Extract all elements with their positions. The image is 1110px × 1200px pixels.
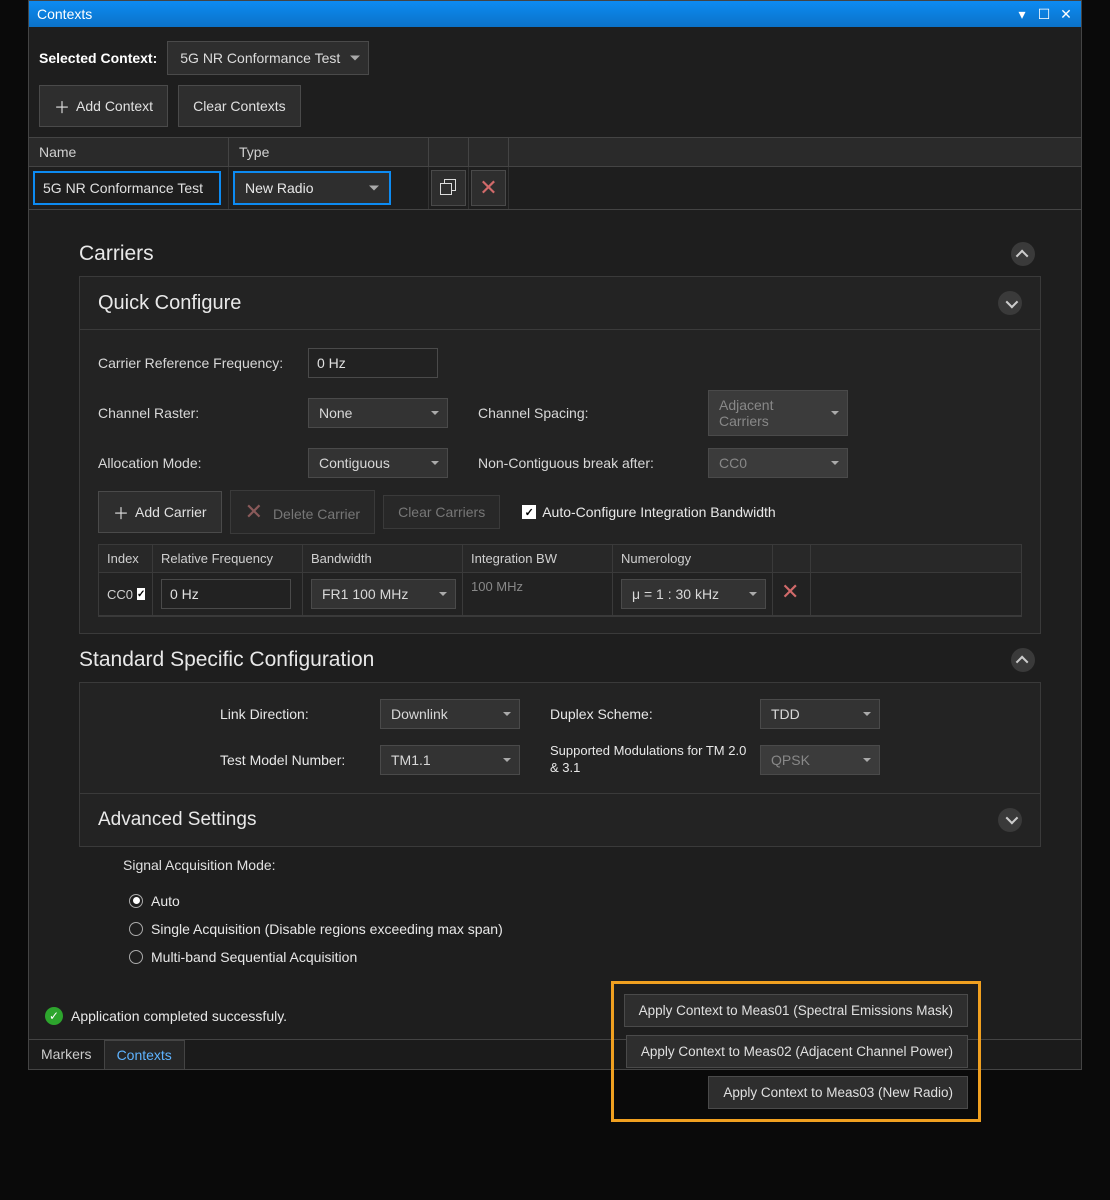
col-name: Name bbox=[29, 138, 229, 166]
channel-raster-select[interactable]: None bbox=[308, 398, 448, 428]
maximize-icon[interactable]: ☐ bbox=[1037, 6, 1051, 23]
window-title: Contexts bbox=[37, 6, 92, 22]
radio-multi[interactable] bbox=[129, 950, 143, 964]
add-carrier-button[interactable]: ＋ Add Carrier bbox=[98, 491, 222, 533]
duplex-label: Duplex Scheme: bbox=[550, 706, 750, 722]
radio-single-label: Single Acquisition (Disable regions exce… bbox=[151, 921, 503, 937]
apply-meas01-button[interactable]: Apply Context to Meas01 (Spectral Emissi… bbox=[624, 994, 968, 1027]
advanced-title: Advanced Settings bbox=[98, 809, 256, 831]
copy-icon bbox=[440, 179, 458, 197]
chevron-up-icon bbox=[1019, 656, 1028, 665]
noncontig-select[interactable]: CC0 bbox=[708, 448, 848, 478]
ssc-title: Standard Specific Configuration bbox=[79, 648, 374, 672]
col-numerology: Numerology bbox=[613, 545, 773, 572]
quick-configure-panel: Quick Configure Carrier Reference Freque… bbox=[79, 276, 1041, 634]
radio-auto[interactable] bbox=[129, 894, 143, 908]
chevron-down-icon bbox=[1006, 815, 1015, 824]
mod-label: Supported Modulations for TM 2.0 & 3.1 bbox=[550, 743, 750, 777]
link-dir-label: Link Direction: bbox=[220, 706, 370, 722]
context-name-input[interactable] bbox=[33, 171, 221, 205]
ssc-collapse-button[interactable] bbox=[1011, 648, 1035, 672]
auto-config-checkbox[interactable]: ✓ bbox=[522, 505, 536, 519]
col-index: Index bbox=[99, 545, 153, 572]
titlebar: Contexts ▾ ☐ ✕ bbox=[29, 1, 1081, 27]
apply-meas02-button[interactable]: Apply Context to Meas02 (Adjacent Channe… bbox=[626, 1035, 968, 1068]
signal-acq-label: Signal Acquisition Mode: bbox=[123, 857, 1011, 873]
tab-markers[interactable]: Markers bbox=[29, 1040, 104, 1069]
tab-contexts[interactable]: Contexts bbox=[104, 1040, 185, 1069]
apply-meas03-button[interactable]: Apply Context to Meas03 (New Radio) bbox=[708, 1076, 968, 1109]
close-icon[interactable]: ✕ bbox=[1059, 6, 1073, 23]
add-context-button[interactable]: ＋ Add Context bbox=[39, 85, 168, 127]
col-bandwidth: Bandwidth bbox=[303, 545, 463, 572]
carrier-ref-freq-label: Carrier Reference Frequency: bbox=[98, 355, 298, 371]
allocation-mode-label: Allocation Mode: bbox=[98, 455, 298, 471]
ssc-panel: Link Direction: Downlink Duplex Scheme: … bbox=[79, 682, 1041, 847]
clear-contexts-button[interactable]: Clear Contexts bbox=[178, 85, 301, 127]
carrier-ref-freq-input[interactable] bbox=[308, 348, 438, 378]
x-icon: ✕ bbox=[245, 499, 263, 524]
channel-spacing-label: Channel Spacing: bbox=[478, 405, 698, 421]
col-type: Type bbox=[229, 138, 429, 166]
status-text: Application completed successfuly. bbox=[71, 1008, 287, 1024]
context-type-select[interactable]: New Radio bbox=[233, 171, 391, 205]
carriers-table: Index Relative Frequency Bandwidth Integ… bbox=[98, 544, 1022, 617]
tm-label: Test Model Number: bbox=[220, 752, 370, 768]
allocation-mode-select[interactable]: Contiguous bbox=[308, 448, 448, 478]
x-icon: ✕ bbox=[479, 175, 497, 201]
copy-context-button[interactable] bbox=[431, 170, 466, 206]
col-int-bw: Integration BW bbox=[463, 545, 613, 572]
carriers-title: Carriers bbox=[79, 242, 154, 266]
delete-context-button[interactable]: ✕ bbox=[471, 170, 506, 206]
carrier-bandwidth-select[interactable]: FR1 100 MHz bbox=[311, 579, 456, 609]
delete-carrier-row-button[interactable]: ✕ bbox=[781, 579, 799, 604]
context-row: New Radio ✕ bbox=[29, 167, 1081, 210]
selected-context-dropdown[interactable]: 5G NR Conformance Test bbox=[167, 41, 369, 75]
carrier-index: CC0 bbox=[107, 587, 133, 602]
radio-multi-label: Multi-band Sequential Acquisition bbox=[151, 949, 357, 965]
auto-config-label: Auto-Configure Integration Bandwidth bbox=[542, 504, 775, 520]
clear-carriers-button[interactable]: Clear Carriers bbox=[383, 495, 500, 529]
channel-raster-label: Channel Raster: bbox=[98, 405, 298, 421]
plus-icon: ＋ bbox=[113, 500, 129, 524]
apply-context-highlight-box: Apply Context to Meas01 (Spectral Emissi… bbox=[611, 981, 981, 1122]
delete-carrier-button[interactable]: ✕ Delete Carrier bbox=[230, 490, 375, 534]
col-rel-freq: Relative Frequency bbox=[153, 545, 303, 572]
mod-select[interactable]: QPSK bbox=[760, 745, 880, 775]
duplex-select[interactable]: TDD bbox=[760, 699, 880, 729]
carrier-numerology-select[interactable]: μ = 1 : 30 kHz bbox=[621, 579, 766, 609]
carriers-collapse-button[interactable] bbox=[1011, 242, 1035, 266]
chevron-up-icon bbox=[1019, 250, 1028, 259]
carrier-row: CC0 ✓ FR1 100 MHz 100 MHz μ = 1 : 30 kHz bbox=[99, 573, 1021, 616]
radio-auto-label: Auto bbox=[151, 893, 180, 909]
dropdown-icon[interactable]: ▾ bbox=[1015, 6, 1029, 23]
success-icon: ✓ bbox=[45, 1007, 63, 1025]
plus-icon: ＋ bbox=[54, 94, 70, 118]
chevron-down-icon bbox=[1006, 299, 1015, 308]
noncontig-label: Non-Contiguous break after: bbox=[478, 455, 698, 471]
carrier-rel-freq-input[interactable] bbox=[161, 579, 291, 609]
quick-configure-title: Quick Configure bbox=[98, 292, 241, 315]
radio-single[interactable] bbox=[129, 922, 143, 936]
advanced-collapse-button[interactable] bbox=[998, 808, 1022, 832]
carrier-enabled-checkbox[interactable]: ✓ bbox=[137, 588, 145, 600]
tm-select[interactable]: TM1.1 bbox=[380, 745, 520, 775]
selected-context-label: Selected Context: bbox=[39, 50, 157, 66]
channel-spacing-select[interactable]: Adjacent Carriers bbox=[708, 390, 848, 436]
contexts-window: Contexts ▾ ☐ ✕ Selected Context: 5G NR C… bbox=[28, 0, 1082, 1070]
carrier-int-bw: 100 MHz bbox=[463, 573, 613, 615]
quick-configure-collapse-button[interactable] bbox=[998, 291, 1022, 315]
contexts-table-header: Name Type bbox=[29, 137, 1081, 167]
link-dir-select[interactable]: Downlink bbox=[380, 699, 520, 729]
